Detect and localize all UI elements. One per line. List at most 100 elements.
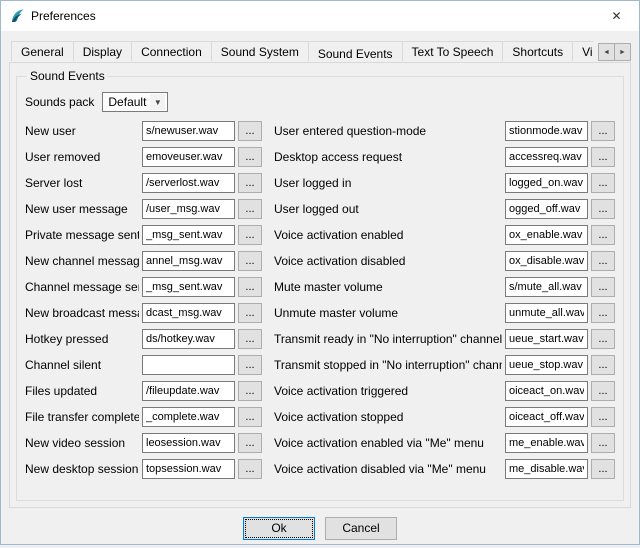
event-file-input-left[interactable] (142, 173, 235, 193)
browse-button-left[interactable]: ... (238, 173, 262, 193)
browse-button-right[interactable]: ... (591, 329, 615, 349)
browse-button-right[interactable]: ... (591, 433, 615, 453)
browse-button-right[interactable]: ... (591, 199, 615, 219)
sound-event-row: Channel message sent...Mute master volum… (25, 277, 615, 297)
event-file-input-right[interactable] (505, 121, 588, 141)
browse-button-left[interactable]: ... (238, 225, 262, 245)
browse-button-left[interactable]: ... (238, 407, 262, 427)
event-file-input-right[interactable] (505, 381, 588, 401)
event-label-right: Voice activation enabled via "Me" menu (274, 436, 502, 450)
browse-button-right[interactable]: ... (591, 225, 615, 245)
event-file-input-right[interactable] (505, 173, 588, 193)
sounds-pack-select[interactable]: Default ▼ (102, 92, 168, 112)
browse-button-left[interactable]: ... (238, 459, 262, 479)
tab-video[interactable]: Video (572, 41, 593, 61)
tab-shortcuts[interactable]: Shortcuts (502, 41, 573, 61)
event-label-left: Hotkey pressed (25, 332, 139, 346)
event-file-input-right[interactable] (505, 199, 588, 219)
event-file-input-right[interactable] (505, 433, 588, 453)
sounds-pack-value: Default (108, 95, 146, 109)
tabs-container: GeneralDisplayConnectionSound SystemSoun… (11, 41, 593, 62)
event-label-left: Private message sent (25, 228, 139, 242)
preferences-window: Preferences ✕ GeneralDisplayConnectionSo… (0, 0, 640, 545)
event-file-input-left[interactable] (142, 225, 235, 245)
event-file-input-right[interactable] (505, 407, 588, 427)
event-file-input-left[interactable] (142, 329, 235, 349)
tab-text-to-speech[interactable]: Text To Speech (402, 41, 504, 61)
event-file-input-left[interactable] (142, 459, 235, 479)
event-file-input-left[interactable] (142, 251, 235, 271)
cancel-button[interactable]: Cancel (325, 517, 397, 540)
event-file-input-right[interactable] (505, 303, 588, 323)
event-label-right: Voice activation stopped (274, 410, 502, 424)
browse-button-right[interactable]: ... (591, 277, 615, 297)
event-label-left: Files updated (25, 384, 139, 398)
close-button[interactable]: ✕ (594, 2, 639, 31)
event-file-input-right[interactable] (505, 251, 588, 271)
window-title: Preferences (31, 9, 96, 23)
event-file-input-right[interactable] (505, 225, 588, 245)
browse-button-right[interactable]: ... (591, 251, 615, 271)
browse-button-left[interactable]: ... (238, 121, 262, 141)
titlebar: Preferences ✕ (1, 1, 639, 31)
event-label-left: File transfer complete (25, 410, 139, 424)
ok-button[interactable]: Ok (243, 517, 315, 540)
event-label-left: Server lost (25, 176, 139, 190)
event-file-input-right[interactable] (505, 147, 588, 167)
event-label-right: Desktop access request (274, 150, 502, 164)
chevron-down-icon: ▼ (150, 94, 165, 110)
sound-event-rows: New user...User entered question-mode...… (25, 121, 615, 479)
event-file-input-left[interactable] (142, 199, 235, 219)
event-file-input-left[interactable] (142, 433, 235, 453)
event-file-input-left[interactable] (142, 381, 235, 401)
event-file-input-right[interactable] (505, 355, 588, 375)
event-label-right: Mute master volume (274, 280, 502, 294)
event-label-right: Voice activation enabled (274, 228, 502, 242)
browse-button-right[interactable]: ... (591, 147, 615, 167)
tab-general[interactable]: General (11, 41, 74, 61)
sound-event-row: New broadcast message...Unmute master vo… (25, 303, 615, 323)
event-file-input-right[interactable] (505, 277, 588, 297)
dialog-footer: Ok Cancel (9, 508, 631, 548)
arrow-left-icon: ◄ (603, 49, 610, 56)
event-file-input-left[interactable] (142, 407, 235, 427)
browse-button-right[interactable]: ... (591, 303, 615, 323)
browse-button-left[interactable]: ... (238, 251, 262, 271)
tab-sound-system[interactable]: Sound System (211, 41, 309, 61)
event-file-input-left[interactable] (142, 147, 235, 167)
tab-scroll-right-button[interactable]: ► (614, 43, 631, 61)
browse-button-left[interactable]: ... (238, 303, 262, 323)
tab-strip: GeneralDisplayConnectionSound SystemSoun… (9, 41, 631, 62)
event-file-input-left[interactable] (142, 277, 235, 297)
browse-button-right[interactable]: ... (591, 381, 615, 401)
browse-button-left[interactable]: ... (238, 355, 262, 375)
browse-button-left[interactable]: ... (238, 381, 262, 401)
browse-button-left[interactable]: ... (238, 199, 262, 219)
browse-button-right[interactable]: ... (591, 355, 615, 375)
event-file-input-left[interactable] (142, 303, 235, 323)
sound-events-tab-page: Sound Events Sounds pack Default ▼ New u… (9, 62, 631, 508)
event-label-right: Transmit ready in "No interruption" chan… (274, 332, 502, 346)
tab-sound-events[interactable]: Sound Events (308, 41, 403, 62)
tab-scroll-left-button[interactable]: ◄ (598, 43, 615, 61)
event-label-left: New broadcast message (25, 306, 139, 320)
browse-button-right[interactable]: ... (591, 173, 615, 193)
event-file-input-left[interactable] (142, 355, 235, 375)
browse-button-right[interactable]: ... (591, 407, 615, 427)
event-label-left: New channel message (25, 254, 139, 268)
event-file-input-left[interactable] (142, 121, 235, 141)
event-file-input-right[interactable] (505, 329, 588, 349)
browse-button-left[interactable]: ... (238, 329, 262, 349)
browse-button-left[interactable]: ... (238, 433, 262, 453)
tab-connection[interactable]: Connection (131, 41, 212, 61)
tab-display[interactable]: Display (73, 41, 132, 61)
browse-button-left[interactable]: ... (238, 147, 262, 167)
event-file-input-right[interactable] (505, 459, 588, 479)
dialog-body: GeneralDisplayConnectionSound SystemSoun… (1, 31, 639, 548)
browse-button-right[interactable]: ... (591, 459, 615, 479)
browse-button-left[interactable]: ... (238, 277, 262, 297)
sound-event-row: Private message sent... Voice activation … (25, 225, 615, 245)
browse-button-right[interactable]: ... (591, 121, 615, 141)
event-label-right: User logged in (274, 176, 502, 190)
event-label-left: New desktop session (25, 462, 139, 476)
